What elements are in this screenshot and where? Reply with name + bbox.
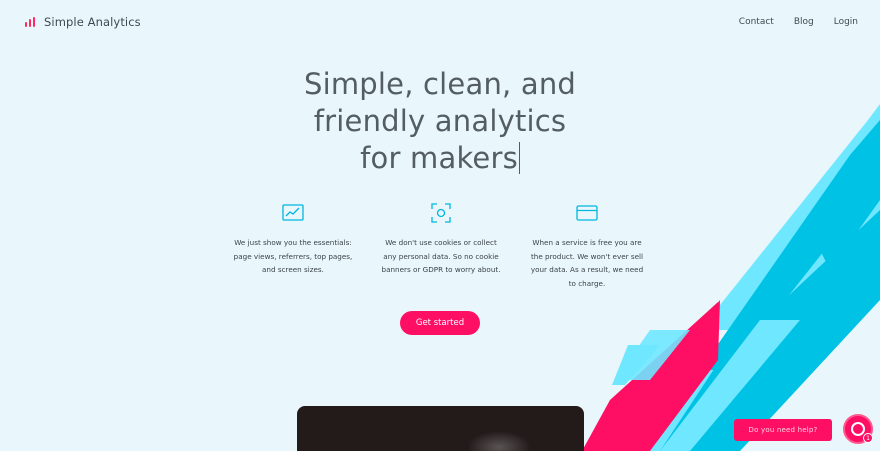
bar-chart-icon bbox=[25, 17, 36, 27]
feature-pricing: When a service is free you are the produ… bbox=[512, 202, 662, 290]
dashboard-preview-image bbox=[297, 406, 584, 451]
nav-login[interactable]: Login bbox=[834, 17, 858, 27]
site-header: Simple Analytics Contact Blog Login bbox=[0, 0, 880, 46]
chat-prompt-bubble[interactable]: Do you need help? bbox=[734, 419, 832, 441]
hero-line-3-text: for makers bbox=[360, 141, 518, 175]
brand-name: Simple Analytics bbox=[44, 15, 141, 29]
text-cursor bbox=[518, 142, 520, 174]
hero-line-2: friendly analytics bbox=[313, 104, 567, 138]
preview-blur bbox=[469, 432, 529, 451]
get-started-button[interactable]: Get started bbox=[400, 311, 480, 335]
feature-privacy: We don't use cookies or collect any pers… bbox=[366, 202, 516, 277]
credit-card-icon bbox=[576, 205, 598, 221]
brand-logo[interactable]: Simple Analytics bbox=[25, 15, 141, 29]
top-nav: Contact Blog Login bbox=[739, 17, 858, 27]
feature-essentials-text: We just show you the essentials: page vi… bbox=[233, 238, 353, 274]
nav-contact[interactable]: Contact bbox=[739, 17, 774, 27]
chat-unread-badge: 1 bbox=[863, 433, 873, 443]
feature-pricing-text: When a service is free you are the produ… bbox=[530, 238, 644, 288]
nav-blog[interactable]: Blog bbox=[794, 17, 814, 27]
hero-line-3: for makers bbox=[0, 140, 880, 177]
hero-line-1: Simple, clean, and bbox=[303, 67, 577, 101]
hero-title: Simple, clean, and friendly analytics fo… bbox=[0, 66, 880, 177]
feature-essentials: We just show you the essentials: page vi… bbox=[218, 202, 368, 277]
chat-icon bbox=[851, 422, 865, 436]
feature-privacy-text: We don't use cookies or collect any pers… bbox=[381, 238, 501, 274]
line-chart-icon bbox=[282, 204, 304, 221]
privacy-camera-icon bbox=[431, 203, 451, 223]
